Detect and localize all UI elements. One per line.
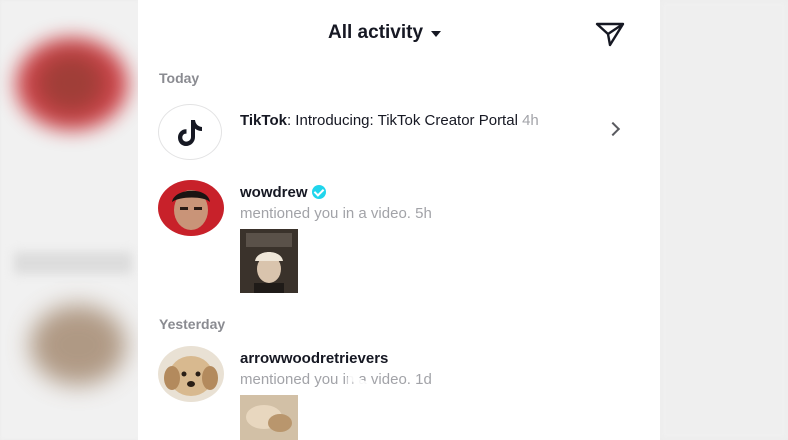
avatar[interactable] xyxy=(158,346,224,402)
notification-text: TikTok: Introducing: TikTok Creator Port… xyxy=(240,110,560,131)
tiktok-logo-icon xyxy=(178,120,202,146)
sender-name: wowdrew xyxy=(240,184,308,201)
avatar[interactable] xyxy=(158,180,224,236)
blurred-face-left xyxy=(36,52,106,114)
video-preview-image xyxy=(240,229,298,293)
notification-tiktok[interactable]: TikTok: Introducing: TikTok Creator Port… xyxy=(158,104,638,164)
blurred-bar-left xyxy=(14,252,132,274)
play-icon xyxy=(347,375,449,440)
sender-name: arrowwoodretrievers xyxy=(240,350,389,367)
profile-photo xyxy=(172,190,210,230)
profile-photo xyxy=(164,356,218,396)
blurred-right-area xyxy=(660,0,788,440)
sender-name: TikTok xyxy=(240,112,287,129)
notification-time: 4h xyxy=(522,112,539,129)
page-title: All activity xyxy=(328,22,424,43)
notification-text: wowdrew mentioned you in a video. 5h xyxy=(240,182,560,224)
section-today: Today xyxy=(159,70,200,86)
activity-panel: All activity Today TikTok: Introducing: … xyxy=(138,0,660,440)
blurred-dog-left xyxy=(30,305,126,385)
video-preview-image xyxy=(240,395,298,440)
notification-time: 5h xyxy=(415,205,432,222)
notification-message: mentioned you in a video. xyxy=(240,205,411,222)
section-yesterday: Yesterday xyxy=(159,316,226,332)
notification-wowdrew[interactable]: wowdrew mentioned you in a video. 5h xyxy=(158,180,638,294)
activity-header: All activity xyxy=(138,0,660,68)
chevron-down-icon xyxy=(431,31,442,37)
chevron-right-icon[interactable] xyxy=(605,121,621,137)
send-icon[interactable] xyxy=(594,20,626,48)
verified-badge-icon xyxy=(311,185,326,199)
avatar xyxy=(158,104,222,160)
notification-message: : Introducing: TikTok Creator Portal xyxy=(286,112,518,129)
activity-filter-dropdown[interactable]: All activity xyxy=(328,22,442,44)
video-thumbnail[interactable] xyxy=(240,395,298,440)
video-thumbnail[interactable] xyxy=(240,229,298,293)
